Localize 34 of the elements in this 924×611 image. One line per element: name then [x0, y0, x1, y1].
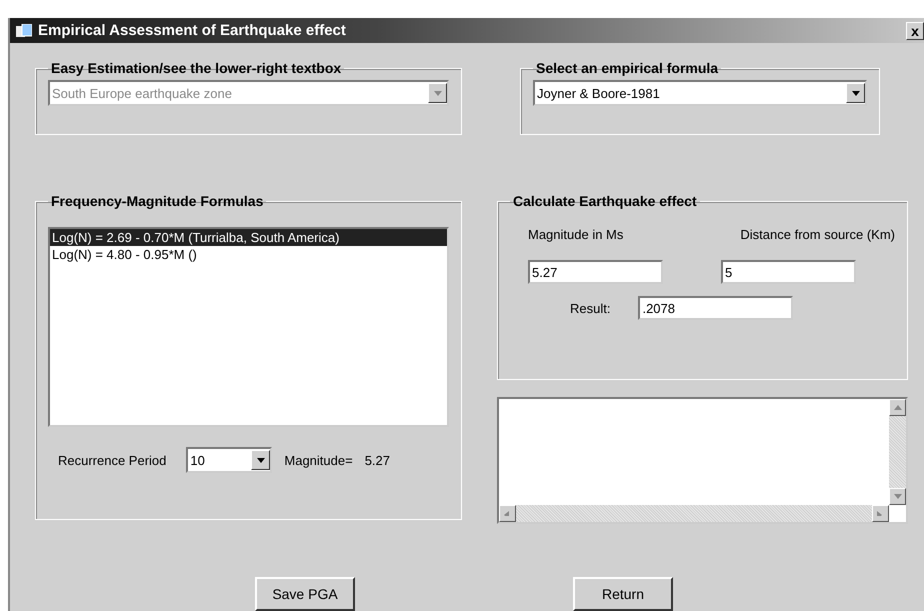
group-title: Easy Estimation/see the lower-right textbox — [50, 60, 342, 76]
scroll-down-icon — [894, 494, 902, 499]
dropdown-arrow-icon — [434, 90, 442, 96]
dropdown-arrow-icon — [256, 458, 265, 462]
dropdown-arrow-icon — [852, 90, 860, 96]
scroll-right-icon — [876, 511, 884, 516]
magnitude-label: Magnitude= — [284, 452, 353, 468]
recurrence-dropdown[interactable]: 10 — [186, 447, 272, 473]
dropdown-value: 10 — [189, 452, 206, 468]
dropdown[interactable]: Joyner & Boore-1981 — [533, 80, 867, 106]
group-title: Frequency-Magnitude Formulas — [50, 193, 264, 209]
list-item[interactable]: Log(N) = 2.69 - 0.70*M (Turrialba, South America) — [50, 229, 447, 246]
distance-field[interactable]: 5 — [721, 260, 856, 284]
group-title: Calculate Earthquake effect — [512, 193, 698, 209]
distance-label: Distance from source (Km) — [740, 227, 895, 242]
result-label: Result: — [570, 300, 610, 316]
dropdown-value: Joyner & Boore-1981 — [536, 86, 661, 100]
magnitude-label: Magnitude in Ms — [528, 227, 624, 242]
dropdown-value: South Europe earthquake zone — [51, 86, 233, 100]
window-icon — [16, 24, 32, 38]
group-title: Select an empirical formula — [535, 60, 720, 76]
close-button[interactable]: x — [906, 22, 924, 40]
window-title: Empirical Assessment of Earthquake effect — [38, 22, 347, 39]
vertical-scrollbar[interactable] — [889, 399, 906, 505]
dialog-button[interactable]: Save PGA — [255, 577, 355, 611]
recurrence-label: Recurrence Period — [58, 452, 166, 468]
output-text-area[interactable] — [497, 397, 908, 524]
magnitude-value: 5.27 — [364, 452, 390, 468]
magnitude-field[interactable]: 5.27 — [528, 260, 663, 284]
result-field[interactable]: .2078 — [638, 296, 794, 320]
scroll-left-icon — [504, 511, 512, 516]
dialog-button[interactable]: Return — [573, 577, 673, 611]
scroll-up-icon — [894, 405, 902, 410]
horizontal-scrollbar[interactable] — [499, 505, 889, 522]
